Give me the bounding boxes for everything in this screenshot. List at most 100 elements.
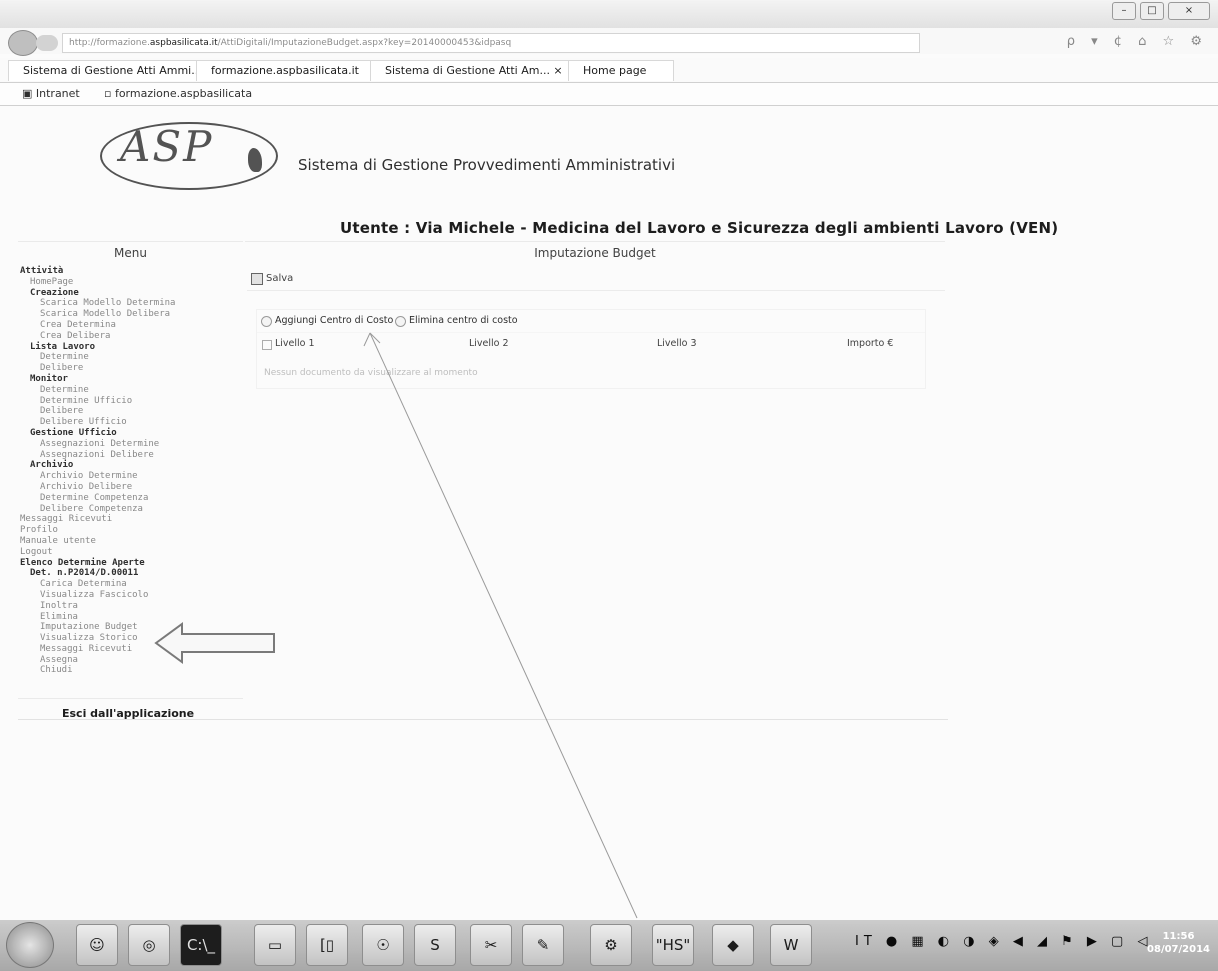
menu-header: Menu <box>18 241 243 264</box>
remove-cost-center-label: Elimina centro di costo <box>409 315 518 326</box>
sidebar-item-delibere-ufficio[interactable]: Delibere Ufficio <box>18 417 243 428</box>
sidebar-item-archivio-determine[interactable]: Archivio Determine <box>18 471 243 482</box>
sidebar-item-determine[interactable]: Determine <box>18 385 243 396</box>
browser-titlebar: – □ × <box>0 0 1218 28</box>
tab-home-page[interactable]: Home page <box>568 60 674 81</box>
taskbar-app-10[interactable]: ⚙ <box>590 924 632 966</box>
close-button[interactable]: × <box>1168 2 1210 20</box>
favorite-intranet-label: Intranet <box>35 87 80 100</box>
sidebar-item-inoltra[interactable]: Inoltra <box>18 601 243 612</box>
sidebar-item-delibere[interactable]: Delibere <box>18 406 243 417</box>
asp-logo: ASP <box>100 122 280 192</box>
back-button[interactable] <box>8 30 38 56</box>
browser-toolbar-icons[interactable]: ρ ▾ ¢ ⌂ ☆ ⚙ <box>1067 34 1208 49</box>
tab-strip: Sistema di Gestione Atti Ammi... formazi… <box>0 58 1218 83</box>
tab-sistema-gestione-1[interactable]: Sistema di Gestione Atti Ammi... <box>8 60 204 81</box>
add-cost-center-button[interactable]: Aggiungi Centro di Costo <box>261 310 393 332</box>
sidebar-item-elenco-determine-aperte[interactable]: Elenco Determine Aperte <box>18 558 243 569</box>
sidebar-item-carica-determina[interactable]: Carica Determina <box>18 579 243 590</box>
sidebar-item-chiudi[interactable]: Chiudi <box>18 665 243 676</box>
sidebar-item-messaggi-ricevuti[interactable]: Messaggi Ricevuti <box>18 514 243 525</box>
window-controls: – □ × <box>1112 2 1210 20</box>
sidebar-item-visualizza-fascicolo[interactable]: Visualizza Fascicolo <box>18 590 243 601</box>
tab-formazione[interactable]: formazione.aspbasilicata.it <box>196 60 378 81</box>
annotation-arrow-icon <box>154 622 275 664</box>
add-icon <box>261 315 272 327</box>
favorite-formazione[interactable]: ▫ formazione.aspbasilicata <box>104 83 252 105</box>
sidebar-item-delibere[interactable]: Delibere <box>18 363 243 374</box>
favorite-intranet[interactable]: ▣ Intranet <box>22 83 80 105</box>
taskbar-app-13[interactable]: W <box>770 924 812 966</box>
url-path: /AttiDigitali/ImputazioneBudget.aspx?key… <box>217 38 512 48</box>
select-all-checkbox[interactable] <box>262 340 272 350</box>
taskbar-app-8[interactable]: ✂ <box>470 924 512 966</box>
favorite-formazione-label: formazione.aspbasilicata <box>114 87 253 100</box>
maximize-button[interactable]: □ <box>1140 2 1164 20</box>
taskbar-app-3[interactable]: C:\_ <box>180 924 222 966</box>
sidebar-item-manuale-utente[interactable]: Manuale utente <box>18 536 243 547</box>
save-icon <box>251 273 263 285</box>
add-cost-center-label: Aggiungi Centro di Costo <box>275 315 394 326</box>
tab-sistema-gestione-active[interactable]: Sistema di Gestione Atti Am... × <box>370 60 576 81</box>
save-button[interactable]: Salva <box>251 270 293 288</box>
clock-date: 08/07/2014 <box>1147 944 1210 955</box>
column-header-livello-3[interactable]: Livello 3 <box>657 338 697 349</box>
sidebar-item-scarica-modello-determina[interactable]: Scarica Modello Determina <box>18 298 243 309</box>
taskbar-app-12[interactable]: ◆ <box>712 924 754 966</box>
app-title: Sistema di Gestione Provvedimenti Ammini… <box>298 156 676 174</box>
sidebar-item-det-n-p2014-d-00011[interactable]: Det. n.P2014/D.00011 <box>18 568 243 579</box>
taskbar-app-9[interactable]: ✎ <box>522 924 564 966</box>
save-label: Salva <box>266 273 294 284</box>
empty-grid-message: Nessun documento da visualizzare al mome… <box>264 368 478 378</box>
system-tray-icons[interactable]: IT ● ▦ ◐ ◑ ◈ ◀ ◢ ⚑ ▶ ▢ ◁ <box>855 934 1152 949</box>
url-prefix: http://formazione. <box>69 38 150 48</box>
sidebar-item-determine[interactable]: Determine <box>18 352 243 363</box>
column-header-importo[interactable]: Importo € <box>847 338 893 349</box>
footer-divider <box>18 719 948 720</box>
logo-text: ASP <box>120 122 214 171</box>
forward-button[interactable] <box>36 35 58 51</box>
url-host: aspbasilicata.it <box>149 38 218 48</box>
sidebar-item-assegnazioni-delibere[interactable]: Assegnazioni Delibere <box>18 450 243 461</box>
sidebar-item-logout[interactable]: Logout <box>18 547 243 558</box>
sidebar-menu: Attività HomePage Creazione Scarica Modello… <box>18 266 243 676</box>
sidebar-item-determine-ufficio[interactable]: Determine Ufficio <box>18 396 243 407</box>
sidebar-item-profilo[interactable]: Profilo <box>18 525 243 536</box>
taskbar-app-11[interactable]: "HS" <box>652 924 694 966</box>
budget-panel: Aggiungi Centro di Costo Elimina centro … <box>256 309 926 389</box>
taskbar-app-1[interactable]: ☺ <box>76 924 118 966</box>
favorites-bar: ▣ Intranet ▫ formazione.aspbasilicata <box>0 83 1218 106</box>
user-info: Utente : Via Michele - Medicina del Lavo… <box>340 219 1059 237</box>
clock-time: 11:56 <box>1162 931 1195 942</box>
sidebar-item-delibere-competenza[interactable]: Delibere Competenza <box>18 504 243 515</box>
sidebar-item-creazione[interactable]: Creazione <box>18 288 243 299</box>
sidebar-item-archivio[interactable]: Archivio <box>18 460 243 471</box>
taskbar-app-6[interactable]: ☉ <box>362 924 404 966</box>
column-header-livello-1[interactable]: Livello 1 <box>275 338 315 349</box>
action-toolbar: Salva <box>247 268 945 291</box>
menu-divider <box>18 698 243 699</box>
column-header-livello-2[interactable]: Livello 2 <box>469 338 509 349</box>
taskbar-app-4[interactable]: ▭ <box>254 924 296 966</box>
taskbar-app-5[interactable]: [▯ <box>306 924 348 966</box>
sidebar-item-lista-lavoro[interactable]: Lista Lavoro <box>18 342 243 353</box>
sidebar-item-monitor[interactable]: Monitor <box>18 374 243 385</box>
sidebar-item-assegnazioni-determine[interactable]: Assegnazioni Determine <box>18 439 243 450</box>
taskbar-app-2[interactable]: ◎ <box>128 924 170 966</box>
sidebar-item-gestione-ufficio[interactable]: Gestione Ufficio <box>18 428 243 439</box>
sidebar-item-homepage[interactable]: HomePage <box>18 277 243 288</box>
start-button[interactable] <box>6 922 54 968</box>
budget-button-row: Aggiungi Centro di Costo Elimina centro … <box>257 310 925 333</box>
remove-icon <box>395 315 406 327</box>
remove-cost-center-button[interactable]: Elimina centro di costo <box>395 310 518 332</box>
sidebar-item-crea-delibera[interactable]: Crea Delibera <box>18 331 243 342</box>
sidebar-item-archivio-delibere[interactable]: Archivio Delibere <box>18 482 243 493</box>
sidebar-item-crea-determina[interactable]: Crea Determina <box>18 320 243 331</box>
taskbar-app-7[interactable]: S <box>414 924 456 966</box>
sidebar-item-attivit[interactable]: Attività <box>18 266 243 277</box>
minimize-button[interactable]: – <box>1112 2 1136 20</box>
sidebar-item-scarica-modello-delibera[interactable]: Scarica Modello Delibera <box>18 309 243 320</box>
taskbar-clock[interactable]: 11:56 08/07/2014 <box>1147 930 1210 956</box>
address-bar[interactable]: http://formazione.aspbasilicata.it/AttiD… <box>62 33 920 53</box>
sidebar-item-determine-competenza[interactable]: Determine Competenza <box>18 493 243 504</box>
